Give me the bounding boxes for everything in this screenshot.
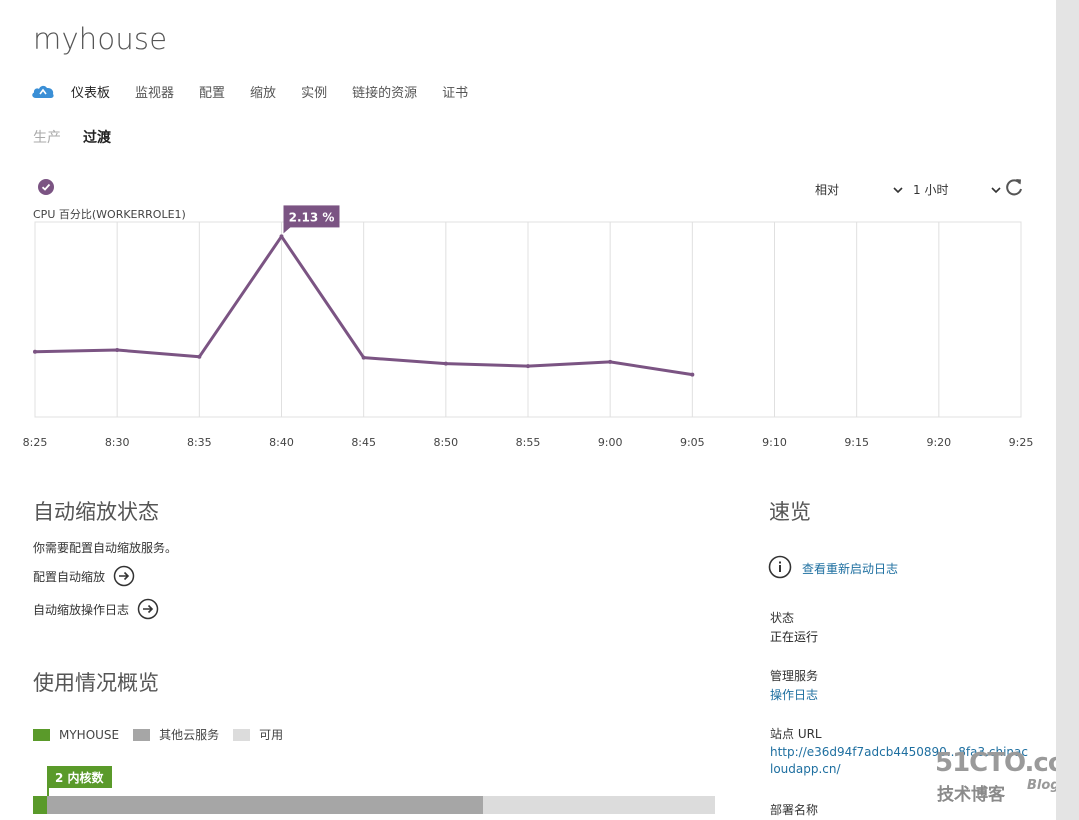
value-tooltip-label: 2.13 % — [289, 210, 335, 224]
x-tick-label: 8:35 — [187, 436, 212, 449]
data-point — [608, 359, 613, 364]
tab-production[interactable]: 生产 — [33, 127, 61, 147]
x-tick-label: 9:25 — [1009, 436, 1034, 449]
dashboard-page: myhouse 仪表板 监视器 配置 缩放 实例 链接的资源 证书 生产 过渡 … — [0, 0, 1056, 820]
configure-autoscale-link[interactable]: 配置自动缩放 — [33, 565, 135, 587]
nav-scale[interactable]: 缩放 — [250, 82, 276, 101]
nav-certificates[interactable]: 证书 — [442, 82, 468, 101]
legend-label: 其他云服务 — [159, 728, 220, 742]
data-point — [33, 349, 37, 354]
cores-badge-pointer — [47, 786, 49, 796]
autoscale-log-label: 自动缩放操作日志 — [33, 602, 130, 617]
data-point — [361, 355, 366, 360]
watermark-blog: Blog — [1027, 778, 1056, 793]
nav-monitor[interactable]: 监视器 — [135, 82, 174, 101]
value-tooltip-pointer — [283, 226, 292, 234]
x-tick-label: 8:30 — [105, 436, 130, 449]
nav-configure[interactable]: 配置 — [199, 82, 225, 101]
cpu-line-chart: 8:25 8:30 8:35 8:40 8:45 8:50 8:55 9:00 9:05 9:10… — [23, 205, 1034, 449]
legend-swatch — [33, 728, 50, 741]
autoscale-message: 你需要配置自动缩放服务。 — [33, 541, 178, 555]
legend-item-myhouse: MYHOUSE — [33, 728, 119, 742]
usage-bar-other — [47, 796, 483, 814]
relative-select[interactable]: 相对 — [815, 181, 903, 198]
configure-autoscale-label: 配置自动缩放 — [33, 569, 106, 584]
cores-badge: 2 内核数 — [47, 766, 112, 788]
relative-select-value: 相对 — [815, 183, 840, 197]
watermark-logo: 51CTO.com 技术博客 Blog — [935, 748, 1056, 806]
legend-swatch — [133, 728, 151, 741]
legend-item-other: 其他云服务 — [133, 726, 219, 743]
data-point — [526, 364, 530, 369]
nav-linked-resources[interactable]: 链接的资源 — [352, 82, 417, 101]
usage-heading: 使用情况概览 — [33, 671, 159, 695]
quick-glance-heading: 速览 — [769, 500, 811, 524]
x-tick-label: 9:20 — [926, 436, 951, 449]
data-point — [197, 354, 202, 359]
environment-tabs: 生产 过渡 — [33, 127, 133, 147]
x-tick-label: 9:05 — [680, 436, 705, 449]
nav-instances[interactable]: 实例 — [301, 82, 327, 101]
time-range-select[interactable]: 1 小时 — [913, 181, 1001, 198]
legend-item-available: 可用 — [233, 726, 283, 743]
x-tick-label: 9:10 — [762, 436, 787, 449]
restart-log-link[interactable]: 查看重新启动日志 — [802, 560, 898, 577]
usage-legend: MYHOUSE 其他云服务 可用 — [33, 726, 297, 743]
vertical-scrollbar[interactable] — [1056, 0, 1079, 820]
deployment-name-label: 部署名称 — [770, 803, 819, 817]
refresh-icon[interactable] — [1003, 177, 1025, 199]
data-point — [690, 372, 695, 377]
tab-staging[interactable]: 过渡 — [83, 127, 111, 147]
data-point — [443, 361, 448, 366]
x-tick-label: 8:40 — [269, 436, 294, 449]
status-value: 正在运行 — [770, 630, 819, 644]
operation-log-link[interactable]: 操作日志 — [770, 686, 818, 703]
arrow-right-circle-icon — [113, 565, 135, 587]
chevron-down-icon — [991, 183, 1001, 197]
top-nav: 仪表板 监视器 配置 缩放 实例 链接的资源 证书 — [31, 80, 493, 102]
x-tick-label: 9:00 — [598, 436, 623, 449]
data-point — [279, 234, 284, 239]
arrow-right-circle-icon — [137, 598, 159, 620]
nav-dashboard[interactable]: 仪表板 — [71, 82, 110, 101]
watermark-top: 51CTO.com — [935, 748, 1056, 778]
legend-label: 可用 — [259, 728, 284, 742]
legend-label: MYHOUSE — [59, 727, 120, 742]
site-url-label: 站点 URL — [770, 727, 822, 741]
page-title: myhouse — [33, 22, 168, 56]
usage-bar — [33, 796, 715, 814]
management-label: 管理服务 — [770, 669, 819, 683]
autoscale-heading: 自动缩放状态 — [33, 500, 159, 524]
x-tick-label: 8:50 — [433, 436, 458, 449]
x-tick-label: 8:25 — [23, 436, 48, 449]
info-icon[interactable] — [768, 555, 792, 579]
time-range-select-value: 1 小时 — [913, 183, 949, 197]
metric-check-icon[interactable] — [38, 179, 54, 195]
autoscale-log-link[interactable]: 自动缩放操作日志 — [33, 598, 159, 620]
watermark-bottom: 技术博客 — [937, 785, 1005, 805]
x-tick-label: 8:55 — [516, 436, 541, 449]
usage-bar-myhouse — [33, 796, 47, 814]
chevron-down-icon — [893, 183, 903, 197]
data-point — [115, 348, 120, 353]
x-tick-label: 8:45 — [351, 436, 376, 449]
status-label: 状态 — [770, 611, 795, 625]
cloud-service-icon — [31, 80, 57, 102]
legend-swatch — [233, 728, 251, 741]
x-tick-label: 9:15 — [844, 436, 869, 449]
